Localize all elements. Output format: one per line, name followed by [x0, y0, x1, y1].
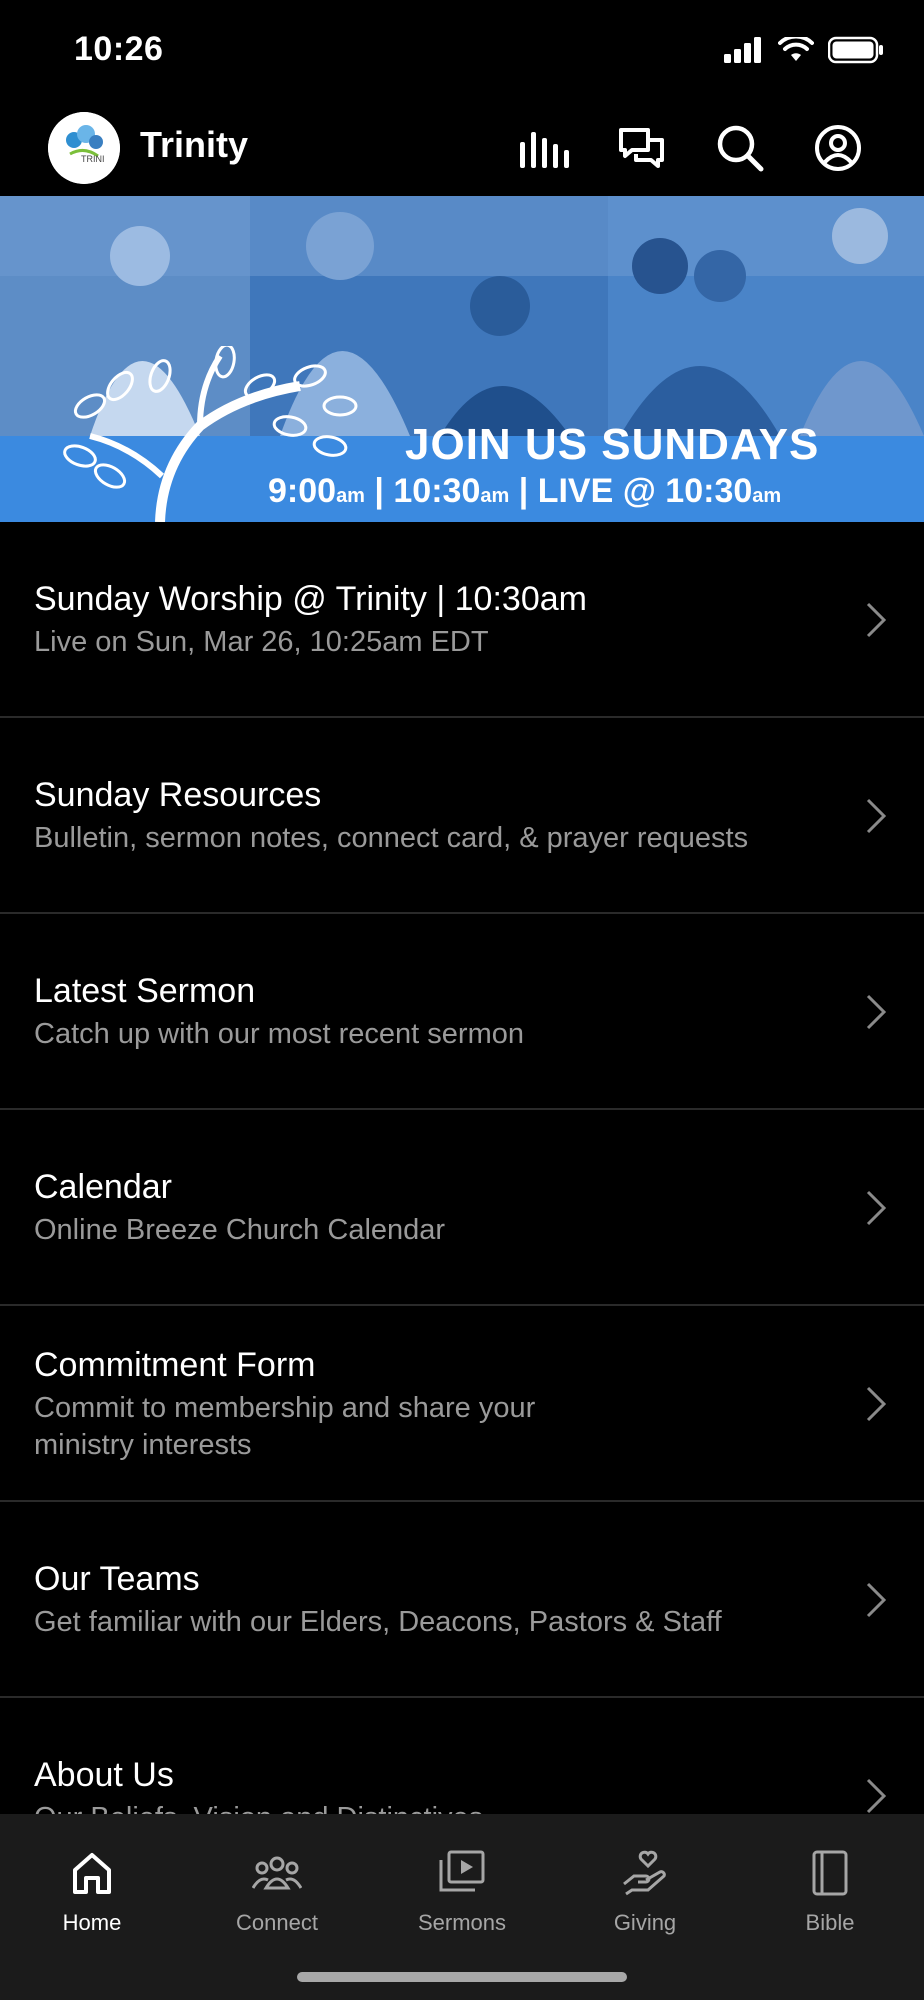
list-item-about-us[interactable]: About Us Our Beliefs, Vision and Distinc… [0, 1698, 924, 1814]
chevron-right-icon [866, 1582, 887, 1618]
status-time: 10:26 [74, 30, 164, 68]
list-item-title: Calendar [34, 1168, 172, 1206]
app-header: TRINI Trinity [0, 100, 924, 196]
list-item-title: Our Teams [34, 1560, 200, 1598]
list-item-subtitle: Commit to membership and share your mini… [34, 1392, 536, 1461]
list-item-title: Latest Sermon [34, 972, 256, 1010]
svg-text:TRINI: TRINI [81, 154, 105, 164]
chevron-right-icon [866, 1778, 887, 1814]
list-item-subtitle: Live on Sun, Mar 26, 10:25am EDT [34, 626, 489, 658]
chat-icon[interactable] [616, 122, 668, 174]
tab-label: Sermons [417, 1910, 507, 1935]
banner-time-1: 9:00 [268, 472, 337, 510]
home-list: Sunday Worship @ Trinity | 10:30am Live … [0, 522, 924, 1814]
list-item-title: Sunday Worship @ Trinity | 10:30am [34, 580, 587, 618]
banner-heading: JOIN US SUNDAYS [405, 420, 820, 469]
tab-label: Connect [236, 1910, 318, 1935]
banner-time-live: LIVE @ 10:30 [537, 472, 753, 510]
list-item-subtitle: Online Breeze Church Calendar [34, 1214, 446, 1246]
people-icon [252, 1856, 302, 1890]
banner-time-2: 10:30 [393, 472, 481, 510]
list-item-sunday-resources[interactable]: Sunday Resources Bulletin, sermon notes,… [0, 718, 924, 914]
tab-label: Bible [805, 1910, 855, 1935]
list-item-title: Commitment Form [34, 1346, 316, 1384]
book-icon [812, 1850, 848, 1896]
chevron-right-icon [866, 1386, 887, 1422]
tab-bible[interactable]: Bible [738, 1828, 922, 1938]
list-item-latest-sermon[interactable]: Latest Sermon Catch up with our most rec… [0, 914, 924, 1110]
tab-giving[interactable]: Giving [553, 1828, 737, 1938]
chevron-right-icon [866, 1190, 887, 1226]
list-item-subtitle: Our Beliefs, Vision and Distinctives [34, 1800, 654, 1814]
app-title: Trinity [140, 124, 249, 165]
video-library-icon [439, 1850, 485, 1892]
list-item-calendar[interactable]: Calendar Online Breeze Church Calendar [0, 1110, 924, 1306]
audio-bars-icon[interactable] [518, 122, 570, 174]
list-item-subtitle: Get familiar with our Elders, Deacons, P… [34, 1606, 722, 1638]
wifi-icon [778, 37, 814, 61]
home-icon [73, 1853, 111, 1894]
tab-label: Home [62, 1910, 122, 1935]
list-item-subtitle: Catch up with our most recent sermon [34, 1018, 524, 1050]
chevron-right-icon [866, 798, 887, 834]
list-item-subtitle: Bulletin, sermon notes, connect card, & … [34, 822, 749, 854]
profile-icon[interactable] [812, 122, 864, 174]
list-item-sunday-worship[interactable]: Sunday Worship @ Trinity | 10:30am Live … [0, 522, 924, 718]
join-us-banner[interactable]: JOIN US SUNDAYS 9:00am | 10:30am | LIVE … [0, 196, 924, 522]
bottom-tab-bar: Home Connect Sermons Giving Bible [0, 1814, 924, 2000]
giving-hand-icon [623, 1850, 666, 1896]
tab-sermons[interactable]: Sermons [370, 1828, 554, 1938]
chevron-right-icon [866, 994, 887, 1030]
signal-icon [724, 37, 761, 63]
status-bar: 10:26 [0, 0, 924, 100]
church-logo[interactable]: TRINI [48, 112, 120, 184]
banner-times: 9:00am | 10:30am | LIVE @ 10:30am [268, 472, 782, 510]
list-item-title: Sunday Resources [34, 776, 322, 814]
tab-home[interactable]: Home [0, 1828, 184, 1938]
tab-connect[interactable]: Connect [185, 1828, 369, 1938]
search-icon[interactable] [714, 122, 766, 174]
battery-icon [828, 36, 883, 64]
list-item-commitment-form[interactable]: Commitment Form Commit to membership and… [0, 1306, 924, 1502]
list-item-our-teams[interactable]: Our Teams Get familiar with our Elders, … [0, 1502, 924, 1698]
status-icons [724, 36, 884, 64]
chevron-right-icon [866, 602, 887, 638]
tab-label: Giving [613, 1910, 677, 1935]
home-indicator [297, 1972, 627, 1982]
list-item-title: About Us [34, 1756, 174, 1794]
logo-tree-icon: TRINI [48, 112, 120, 184]
